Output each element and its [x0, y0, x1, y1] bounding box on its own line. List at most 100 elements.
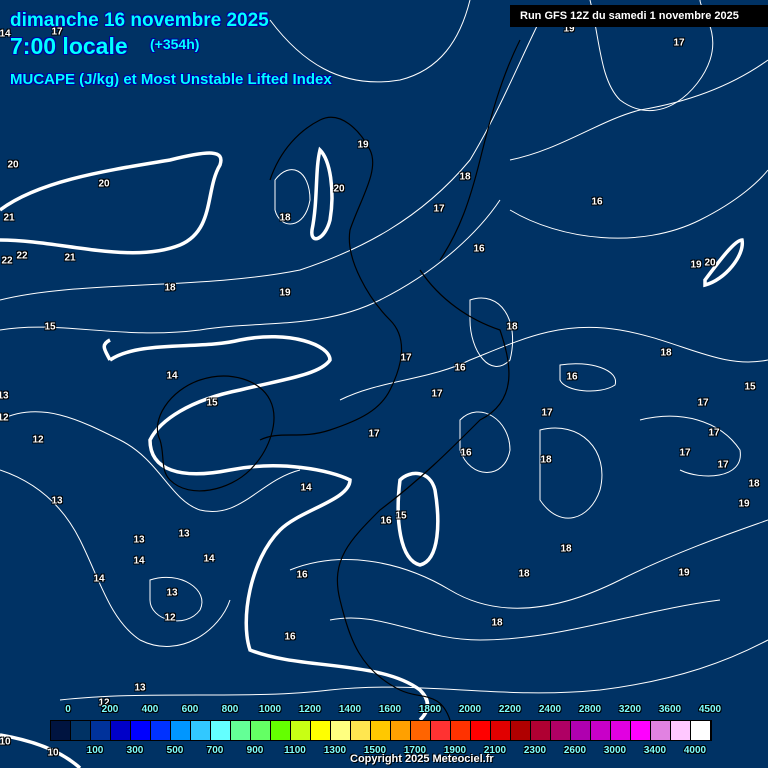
legend-swatch	[71, 721, 91, 740]
weather-map: 14 17 19 17 19 20 20 20 18 17 16 18 21 16 22 22 21 19 20 18…	[0, 0, 768, 768]
legend-label-bottom: 2300	[523, 745, 547, 756]
contour-label: 17	[431, 388, 443, 400]
isoline	[59, 639, 768, 701]
parameter-title: MUCAPE (J/kg) et Most Unstable Lifted In…	[10, 71, 332, 88]
contour-label: 16	[454, 362, 466, 374]
contour-label: 17	[541, 407, 553, 419]
legend-swatch	[111, 721, 131, 740]
contour-label: 17	[679, 447, 691, 459]
legend-label-top: 3600	[658, 704, 682, 715]
legend-swatch	[331, 721, 351, 740]
coastline-scandinavia	[439, 39, 521, 261]
legend-swatch	[91, 721, 111, 740]
coastlines	[156, 39, 521, 721]
contour-label: 17	[433, 203, 445, 215]
legend-swatch	[351, 721, 371, 740]
legend-swatch	[191, 721, 211, 740]
contour-label: 18	[459, 171, 471, 183]
legend-label-bottom: 3400	[643, 745, 667, 756]
contour-label: 16	[380, 515, 392, 527]
map-canvas	[0, 0, 768, 768]
contour-label: 15	[44, 321, 56, 333]
contour-label: 19	[357, 139, 369, 151]
legend-label-top: 2800	[578, 704, 602, 715]
isoline	[0, 199, 501, 334]
isoline	[459, 411, 511, 473]
contour-label: 14	[300, 482, 312, 494]
legend-label-top: 800	[221, 704, 239, 715]
legend-swatch	[631, 721, 651, 740]
contour-label: 10	[0, 736, 11, 748]
contour-label: 18	[164, 282, 176, 294]
contour-label: 19	[738, 498, 750, 510]
isoline	[339, 326, 768, 401]
color-legend	[50, 720, 712, 741]
forecast-date: dimanche 16 novembre 2025	[10, 10, 269, 31]
contour-label: 10	[47, 747, 59, 759]
contour-label: 20	[7, 159, 19, 171]
legend-swatch	[251, 721, 271, 740]
contour-label: 15	[206, 397, 218, 409]
contour-label: 18	[518, 568, 530, 580]
legend-swatch	[411, 721, 431, 740]
legend-swatch	[291, 721, 311, 740]
legend-swatch	[391, 721, 411, 740]
contour-label: 18	[491, 617, 503, 629]
legend-swatch	[131, 721, 151, 740]
contour-label: 12	[32, 434, 44, 446]
legend-label-top: 1400	[338, 704, 362, 715]
isoline	[269, 0, 471, 83]
legend-swatch	[671, 721, 691, 740]
isoline	[509, 169, 768, 239]
coastline-britain	[259, 116, 403, 441]
legend-label-top: 1800	[418, 704, 442, 715]
legend-swatch	[611, 721, 631, 740]
contour-label: 16	[473, 243, 485, 255]
thin-isolines	[0, 0, 768, 701]
contour-label: 12	[0, 412, 9, 424]
contour-label: 17	[673, 37, 685, 49]
contour-label: 21	[3, 212, 15, 224]
legend-label-top: 600	[181, 704, 199, 715]
legend-label-bottom: 500	[166, 745, 184, 756]
legend-label-bottom: 1300	[323, 745, 347, 756]
legend-swatch	[171, 721, 191, 740]
legend-swatch	[311, 721, 331, 740]
contour-label: 18	[748, 478, 760, 490]
legend-label-top: 3200	[618, 704, 642, 715]
contour-label: 15	[395, 510, 407, 522]
legend-label-top: 200	[101, 704, 119, 715]
legend-label-bottom: 3000	[603, 745, 627, 756]
contour-label: 13	[134, 682, 146, 694]
contour-label: 20	[704, 257, 716, 269]
contour-label: 20	[333, 183, 345, 195]
legend-swatch	[651, 721, 671, 740]
contour-label: 19	[690, 259, 702, 271]
legend-swatch	[51, 721, 71, 740]
legend-label-top: 2000	[458, 704, 482, 715]
legend-label-top: 1600	[378, 704, 402, 715]
legend-swatch	[151, 721, 171, 740]
legend-label-bottom: 4000	[683, 745, 707, 756]
contour-label: 14	[0, 28, 11, 40]
contour-label: 14	[93, 573, 105, 585]
copyright: Copyright 2025 Meteociel.fr	[350, 753, 494, 765]
contour-label: 16	[284, 631, 296, 643]
legend-swatch	[571, 721, 591, 740]
legend-swatch	[511, 721, 531, 740]
contour-label: 13	[178, 528, 190, 540]
legend-label-top: 1000	[258, 704, 282, 715]
contour-label: 22	[1, 255, 13, 267]
legend-swatch	[451, 721, 471, 740]
legend-label-top: 4500	[698, 704, 722, 715]
isoline	[509, 59, 768, 161]
legend-label-top: 2400	[538, 704, 562, 715]
isoline	[289, 519, 768, 609]
isoline-15	[102, 338, 112, 361]
contour-label: 16	[460, 447, 472, 459]
legend-label-bottom: 1100	[284, 745, 306, 756]
lead-time: (+354h)	[150, 36, 200, 52]
isoline	[0, 469, 231, 647]
legend-swatch	[471, 721, 491, 740]
contour-label: 16	[591, 196, 603, 208]
